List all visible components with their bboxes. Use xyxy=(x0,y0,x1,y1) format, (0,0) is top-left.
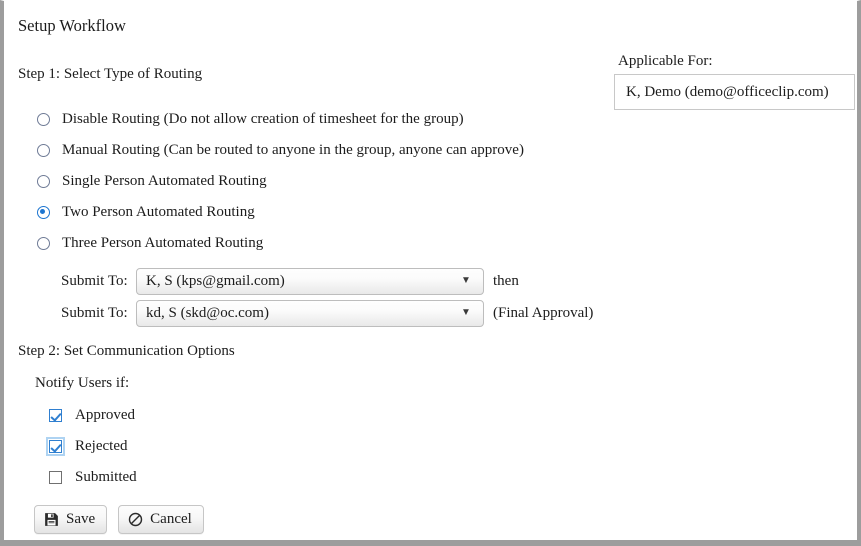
radio-option-label: Manual Routing (Can be routed to anyone … xyxy=(62,141,524,160)
submit-to-dropdown-2-value: kd, S (skd@oc.com) xyxy=(137,304,455,322)
checkbox-option-rejected[interactable]: Rejected xyxy=(49,431,137,462)
floppy-disk-icon xyxy=(44,512,59,527)
routing-type-radio-group: Disable Routing (Do not allow creation o… xyxy=(37,104,637,259)
radio-icon[interactable] xyxy=(37,144,50,157)
footer-bar: Save Cancel xyxy=(4,501,857,535)
step1-heading: Step 1: Select Type of Routing xyxy=(18,65,202,84)
submit-to-dropdown-1-value: K, S (kps@gmail.com) xyxy=(137,272,455,290)
save-button-label: Save xyxy=(66,511,95,528)
notify-checkbox-group: Approved Rejected Submitted xyxy=(35,400,137,493)
checkbox-icon-checked[interactable] xyxy=(49,409,62,422)
checkbox-option-submitted[interactable]: Submitted xyxy=(49,462,137,493)
radio-option-manual-routing[interactable]: Manual Routing (Can be routed to anyone … xyxy=(37,135,637,166)
submit-to-suffix-final-approval: (Final Approval) xyxy=(493,304,593,323)
checkbox-option-label: Approved xyxy=(75,406,135,425)
applicable-for-option[interactable]: K, Demo (demo@officeclip.com) xyxy=(615,83,829,102)
checkbox-option-label: Rejected xyxy=(75,437,127,456)
radio-option-label: Three Person Automated Routing xyxy=(62,234,263,253)
setup-workflow-window: Setup Workflow Applicable For: K, Demo (… xyxy=(0,0,861,546)
checkbox-option-label: Submitted xyxy=(75,468,137,487)
chevron-down-icon[interactable]: ▼ xyxy=(455,308,483,318)
cancel-button-label: Cancel xyxy=(150,511,192,528)
step2-heading: Step 2: Set Communication Options xyxy=(18,342,235,361)
checkbox-option-approved[interactable]: Approved xyxy=(49,400,137,431)
radio-option-single-person-routing[interactable]: Single Person Automated Routing xyxy=(37,166,637,197)
submit-to-dropdown-2[interactable]: kd, S (skd@oc.com) ▼ xyxy=(136,300,484,327)
submit-to-row-2: Submit To: kd, S (skd@oc.com) ▼ (Final A… xyxy=(61,297,593,329)
submit-to-rows: Submit To: K, S (kps@gmail.com) ▼ then S… xyxy=(61,265,593,329)
notify-users-section: Notify Users if: Approved Rejected Submi… xyxy=(35,374,137,493)
radio-option-disable-routing[interactable]: Disable Routing (Do not allow creation o… xyxy=(37,104,637,135)
radio-icon[interactable] xyxy=(37,175,50,188)
submit-to-dropdown-1[interactable]: K, S (kps@gmail.com) ▼ xyxy=(136,268,484,295)
radio-icon[interactable] xyxy=(37,113,50,126)
prohibition-icon xyxy=(128,512,143,527)
applicable-for-label: Applicable For: xyxy=(614,52,857,71)
applicable-for-listbox[interactable]: K, Demo (demo@officeclip.com) xyxy=(614,74,855,110)
radio-option-three-person-routing[interactable]: Three Person Automated Routing xyxy=(37,228,637,259)
applicable-for-section: Applicable For: K, Demo (demo@officeclip… xyxy=(614,52,857,110)
radio-icon[interactable] xyxy=(37,237,50,250)
submit-to-label: Submit To: xyxy=(61,304,136,323)
radio-option-label: Single Person Automated Routing xyxy=(62,172,267,191)
cancel-button[interactable]: Cancel xyxy=(118,505,204,534)
submit-to-label: Submit To: xyxy=(61,272,136,291)
radio-option-label: Two Person Automated Routing xyxy=(62,203,255,222)
page-title: Setup Workflow xyxy=(18,16,126,36)
save-button[interactable]: Save xyxy=(34,505,107,534)
submit-to-row-1: Submit To: K, S (kps@gmail.com) ▼ then xyxy=(61,265,593,297)
chevron-down-icon[interactable]: ▼ xyxy=(455,276,483,286)
radio-option-label: Disable Routing (Do not allow creation o… xyxy=(62,110,464,129)
checkbox-icon[interactable] xyxy=(49,471,62,484)
notify-users-label: Notify Users if: xyxy=(35,374,137,393)
radio-option-two-person-routing[interactable]: Two Person Automated Routing xyxy=(37,197,637,228)
workflow-panel: Setup Workflow Applicable For: K, Demo (… xyxy=(4,1,857,535)
radio-icon-selected[interactable] xyxy=(37,206,50,219)
footer-button-row: Save Cancel xyxy=(34,505,215,534)
checkbox-icon-checked[interactable] xyxy=(49,440,62,453)
submit-to-suffix-then: then xyxy=(493,272,519,291)
